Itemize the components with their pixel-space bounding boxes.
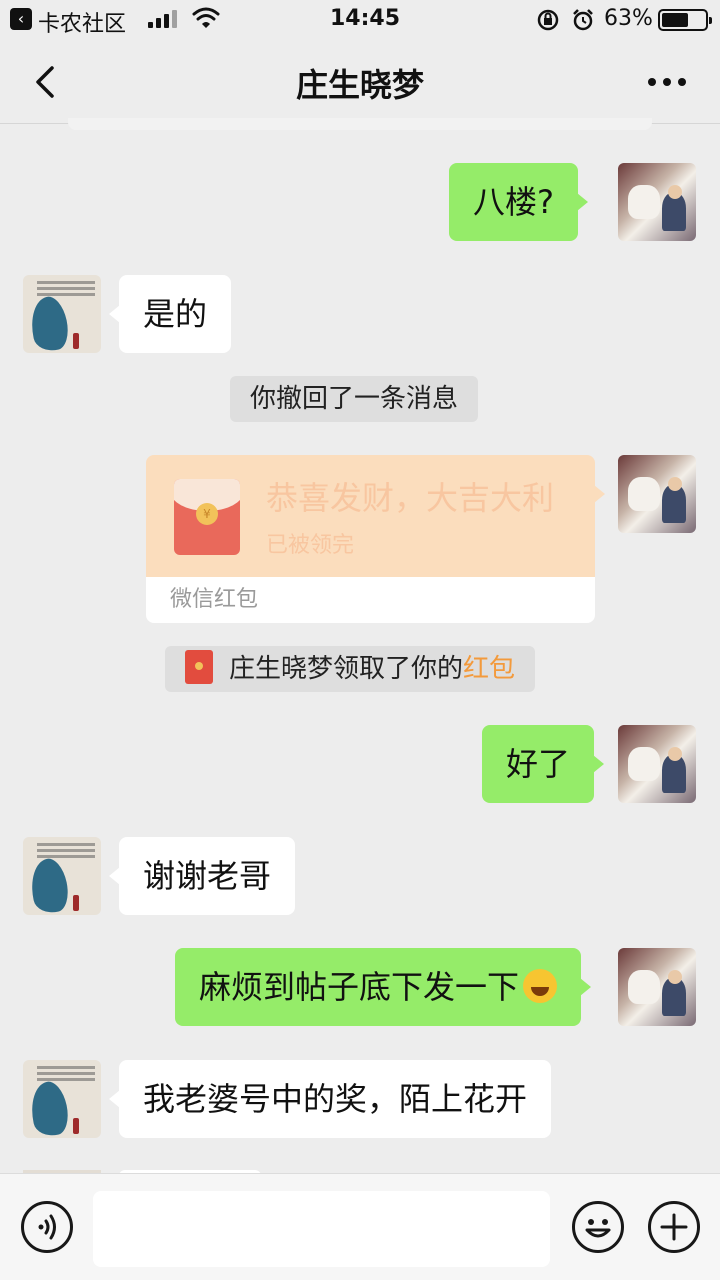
clock-time: 14:45 xyxy=(330,6,401,31)
red-packet-card[interactable]: ¥ 恭喜发财，大吉大利 已被领完 微信红包 xyxy=(146,455,605,623)
my-avatar[interactable] xyxy=(618,725,696,803)
contact-avatar[interactable] xyxy=(23,1060,101,1138)
message-bubble-received[interactable]: 是的 xyxy=(108,275,232,353)
message-bubble-sent[interactable]: 八楼? xyxy=(449,163,588,241)
red-packet-status: 已被领完 xyxy=(266,533,355,558)
message-bubble-sent[interactable]: 麻烦到帖子底下发一下 xyxy=(175,948,592,1026)
more-dots-icon[interactable] xyxy=(648,78,686,86)
red-packet-footer: 微信红包 xyxy=(146,577,595,623)
red-packet-received-notice: 庄生晓梦领取了你的红包 xyxy=(165,646,536,692)
status-bar: ‹ 卡农社区 14:45 63% xyxy=(0,0,720,40)
voice-icon[interactable] xyxy=(21,1201,73,1253)
red-packet-link[interactable]: 红包 xyxy=(463,654,515,684)
message-bubble-received[interactable]: 谢谢老哥 xyxy=(108,837,296,915)
received-text: 庄生晓梦领取了你的 xyxy=(229,654,464,684)
red-packet-title: 恭喜发财，大吉大利 xyxy=(266,479,555,517)
battery-fill xyxy=(662,13,688,27)
message-text: 麻烦到帖子底下发一下 xyxy=(199,968,520,1006)
contact-avatar[interactable] xyxy=(23,837,101,915)
my-avatar[interactable] xyxy=(618,163,696,241)
red-packet-icon xyxy=(185,649,213,684)
signal-icon xyxy=(148,10,177,28)
laughing-crying-emoji-icon xyxy=(523,969,558,1003)
message-bubble-sent[interactable]: 好了 xyxy=(482,725,605,803)
message-input[interactable] xyxy=(93,1191,550,1267)
wifi-icon xyxy=(192,7,220,28)
recall-notice: 你撤回了一条消息 xyxy=(230,376,479,422)
my-avatar[interactable] xyxy=(618,455,696,533)
contact-avatar[interactable] xyxy=(23,275,101,353)
red-envelope-icon: ¥ xyxy=(174,479,240,555)
emoji-icon[interactable] xyxy=(572,1201,624,1253)
rotation-lock-icon xyxy=(537,9,559,31)
back-app-label[interactable]: 卡农社区 xyxy=(38,6,126,38)
chat-header: 庄生晓梦 xyxy=(0,40,720,124)
chat-title: 庄生晓梦 xyxy=(295,66,424,104)
alarm-icon xyxy=(573,9,593,31)
message-bubble-received[interactable]: 我老婆号中的奖，陌上花开 xyxy=(108,1060,552,1138)
battery-icon xyxy=(658,9,712,31)
my-avatar[interactable] xyxy=(618,948,696,1026)
back-arrow-icon[interactable]: ‹ xyxy=(10,8,32,30)
battery-percent: 63% xyxy=(604,6,653,31)
plus-icon[interactable] xyxy=(648,1201,700,1253)
red-packet-body[interactable]: ¥ 恭喜发财，大吉大利 已被领完 xyxy=(146,455,605,577)
input-bar xyxy=(0,1173,720,1280)
previous-message-edge xyxy=(68,118,652,130)
